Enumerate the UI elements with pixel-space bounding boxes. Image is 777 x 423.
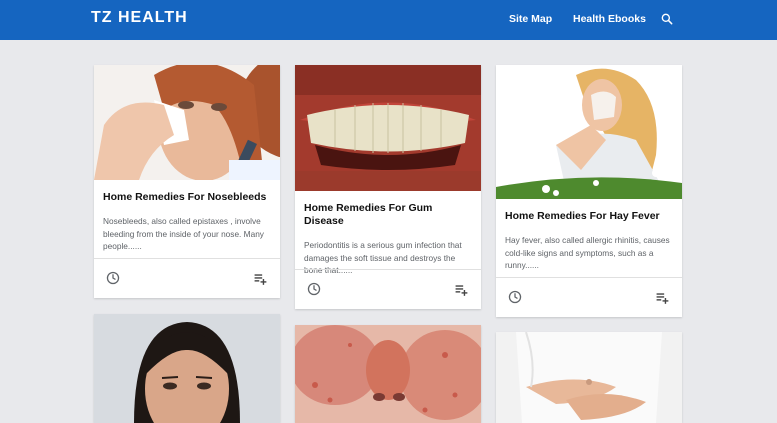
- site-logo[interactable]: TZ HEALTH: [91, 9, 188, 27]
- article-title[interactable]: Home Remedies For Hay Fever: [496, 210, 682, 223]
- clock-icon: [508, 290, 522, 304]
- article-card[interactable]: Home Remedies For Gum Disease Periodonti…: [295, 65, 481, 309]
- card-footer: [496, 277, 682, 317]
- playlist-add-icon[interactable]: [656, 291, 670, 304]
- article-card[interactable]: [295, 325, 481, 423]
- article-excerpt: Nosebleeds, also called epistaxes , invo…: [103, 216, 264, 251]
- article-image-stomach[interactable]: [496, 332, 682, 423]
- clock-icon: [307, 282, 321, 296]
- article-card[interactable]: [94, 314, 280, 423]
- card-footer: [295, 269, 481, 309]
- clock-icon: [106, 271, 120, 285]
- search-icon[interactable]: [660, 12, 674, 26]
- nav-link-health-ebooks[interactable]: Health Ebooks: [573, 13, 646, 25]
- article-image-gum-disease[interactable]: [295, 65, 481, 191]
- article-image-nosebleeds[interactable]: [94, 65, 280, 180]
- article-image-hay-fever[interactable]: [496, 65, 682, 199]
- article-excerpt: Hay fever, also called allergic rhinitis…: [505, 235, 670, 270]
- playlist-add-icon[interactable]: [254, 272, 268, 285]
- article-image-face[interactable]: [94, 314, 280, 423]
- article-title[interactable]: Home Remedies For Nosebleeds: [94, 191, 280, 204]
- card-footer: [94, 258, 280, 298]
- playlist-add-icon[interactable]: [455, 283, 469, 296]
- article-card[interactable]: Home Remedies For Nosebleeds Nosebleeds,…: [94, 65, 280, 298]
- top-navigation-bar: TZ HEALTH Site Map Health Ebooks: [0, 0, 777, 40]
- article-card[interactable]: Home Remedies For Hay Fever Hay fever, a…: [496, 65, 682, 317]
- nav-link-site-map[interactable]: Site Map: [509, 13, 552, 25]
- article-title[interactable]: Home Remedies For Gum Disease: [295, 202, 481, 228]
- article-image-skin-rash[interactable]: [295, 325, 481, 423]
- article-card[interactable]: [496, 332, 682, 423]
